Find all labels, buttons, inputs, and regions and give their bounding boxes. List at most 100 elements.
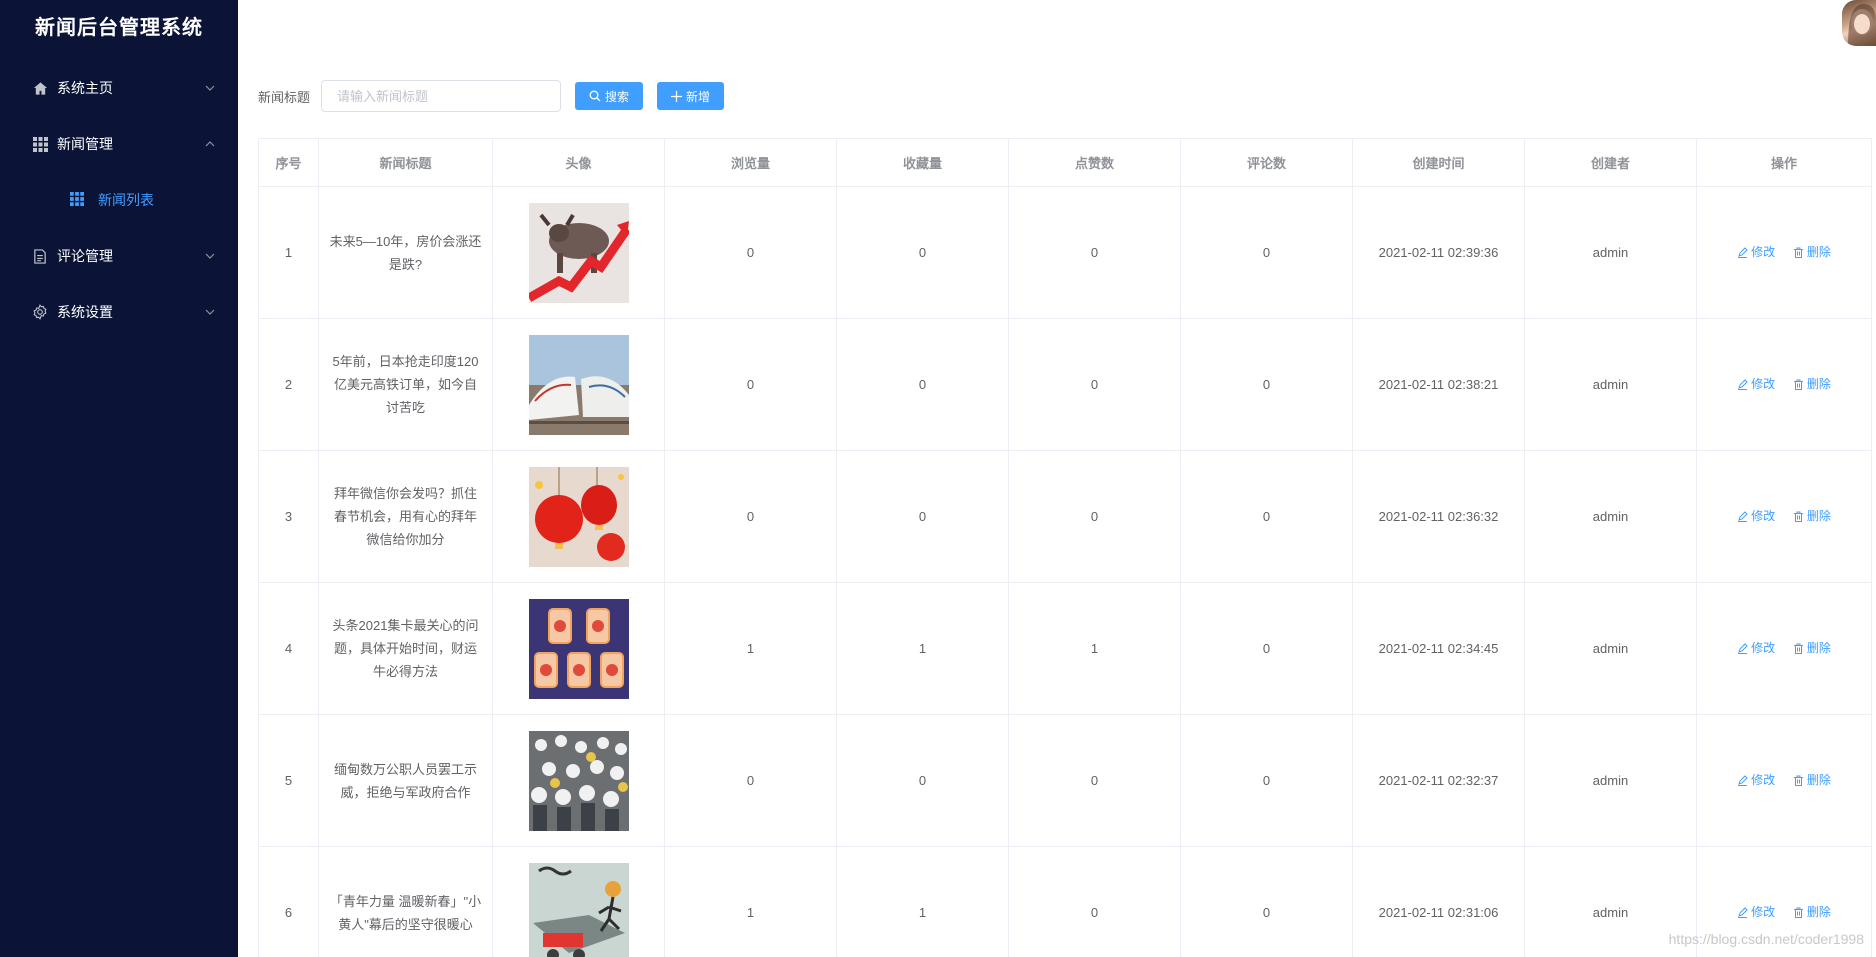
- edit-button[interactable]: 修改: [1737, 637, 1775, 660]
- news-thumbnail: [528, 202, 629, 303]
- delete-label: 删除: [1806, 640, 1831, 655]
- cell-thumb: [492, 846, 665, 957]
- search-label: 新闻标题: [258, 89, 311, 105]
- news-thumbnail: [528, 862, 629, 957]
- cell-actions: 修改 删除: [1696, 450, 1872, 583]
- cell-thumb: [492, 318, 665, 451]
- search-bar: 新闻标题 搜索 新增: [258, 80, 725, 112]
- column-header-comments: 评论数: [1180, 138, 1353, 187]
- cell-title: 「青年力量 温暖新春」"小黄人"幕后的坚守很暖心: [318, 846, 493, 957]
- edit-button[interactable]: 修改: [1737, 505, 1775, 528]
- edit-button[interactable]: 修改: [1737, 769, 1775, 792]
- cell-thumb: [492, 186, 665, 319]
- cell-index: 1: [258, 186, 319, 319]
- edit-icon: [1738, 246, 1748, 258]
- cell-comments: 0: [1180, 846, 1353, 957]
- chevron-down-icon: [205, 253, 215, 259]
- cell-views: 0: [664, 450, 837, 583]
- edit-button[interactable]: 修改: [1737, 901, 1775, 924]
- add-button[interactable]: 新增: [657, 82, 725, 110]
- sidebar-item-news-list[interactable]: 新闻列表: [0, 172, 238, 228]
- delete-button[interactable]: 删除: [1793, 241, 1831, 264]
- cell-title: 未来5—10年，房价会涨还是跌?: [318, 186, 493, 319]
- delete-label: 删除: [1806, 904, 1831, 919]
- home-icon: [32, 80, 48, 96]
- avatar[interactable]: [1842, 0, 1876, 46]
- trash-icon: [1793, 379, 1803, 390]
- trash-icon: [1793, 511, 1803, 522]
- edit-button[interactable]: 修改: [1737, 241, 1775, 264]
- sidebar-item-settings[interactable]: 系统设置: [0, 284, 238, 340]
- trash-icon: [1793, 247, 1803, 258]
- cell-comments: 0: [1180, 582, 1353, 715]
- sidebar-item-comments[interactable]: 评论管理: [0, 228, 238, 284]
- cell-creator: admin: [1524, 318, 1697, 451]
- chevron-down-icon: [205, 85, 215, 91]
- sidebar: 新闻后台管理系统 系统主页 新闻管理 新闻列表 评论管理 系统设置: [0, 0, 238, 957]
- table-header-row: 序号 新闻标题 头像 浏览量 收藏量 点赞数 评论数 创建时间 创建者 操作: [258, 138, 1872, 187]
- cell-created: 2021-02-11 02:36:32: [1352, 450, 1525, 583]
- sidebar-item-news[interactable]: 新闻管理: [0, 116, 238, 172]
- sidebar-item-home[interactable]: 系统主页: [0, 60, 238, 116]
- cell-likes: 0: [1008, 714, 1181, 847]
- table-row: 2 5年前，日本抢走印度120亿美元高铁订单，如今自讨苦吃 0 0 0 0 20…: [258, 318, 1872, 451]
- table-row: 3 拜年微信你会发吗？抓住春节机会，用有心的拜年微信给你加分 0 0 0 0 2…: [258, 450, 1872, 583]
- delete-button[interactable]: 删除: [1793, 769, 1831, 792]
- sidebar-item-label: 系统主页: [57, 80, 113, 96]
- cell-favorites: 1: [836, 582, 1009, 715]
- delete-label: 删除: [1806, 244, 1831, 259]
- news-thumbnail: [528, 598, 629, 699]
- news-thumbnail: [528, 730, 629, 831]
- column-header-thumb: 头像: [492, 138, 665, 187]
- column-header-index: 序号: [258, 138, 319, 187]
- edit-icon: [1738, 906, 1748, 918]
- cell-title: 缅甸数万公职人员罢工示威，拒绝与军政府合作: [318, 714, 493, 847]
- cell-index: 3: [258, 450, 319, 583]
- delete-button[interactable]: 删除: [1793, 901, 1831, 924]
- table-row: 1 未来5—10年，房价会涨还是跌? 0 0 0 0 2021-02-11 02…: [258, 186, 1872, 319]
- cell-views: 0: [664, 318, 837, 451]
- cell-index: 2: [258, 318, 319, 451]
- cell-creator: admin: [1524, 450, 1697, 583]
- table-row: 4 头条2021集卡最关心的问题，具体开始时间，财运牛必得方法 1 1 1 0 …: [258, 582, 1872, 715]
- cell-likes: 0: [1008, 846, 1181, 957]
- delete-button[interactable]: 删除: [1793, 505, 1831, 528]
- cell-favorites: 0: [836, 450, 1009, 583]
- cell-favorites: 0: [836, 186, 1009, 319]
- sidebar-item-label: 新闻列表: [98, 192, 154, 208]
- edit-button[interactable]: 修改: [1737, 373, 1775, 396]
- cell-created: 2021-02-11 02:34:45: [1352, 582, 1525, 715]
- cell-created: 2021-02-11 02:39:36: [1352, 186, 1525, 319]
- table-row: 6 「青年力量 温暖新春」"小黄人"幕后的坚守很暖心 1 1 0 0 2021-…: [258, 846, 1872, 957]
- chevron-down-icon: [205, 309, 215, 315]
- cell-index: 6: [258, 846, 319, 957]
- search-input[interactable]: [321, 80, 562, 112]
- column-header-views: 浏览量: [664, 138, 837, 187]
- delete-button[interactable]: 删除: [1793, 373, 1831, 396]
- gear-icon: [32, 304, 48, 320]
- cell-title: 5年前，日本抢走印度120亿美元高铁订单，如今自讨苦吃: [318, 318, 493, 451]
- grid-icon: [70, 192, 86, 208]
- column-header-favorites: 收藏量: [836, 138, 1009, 187]
- cell-actions: 修改 删除: [1696, 186, 1872, 319]
- cell-comments: 0: [1180, 714, 1353, 847]
- edit-label: 修改: [1751, 772, 1776, 787]
- edit-label: 修改: [1751, 508, 1776, 523]
- cell-thumb: [492, 714, 665, 847]
- delete-button[interactable]: 删除: [1793, 637, 1831, 660]
- trash-icon: [1793, 907, 1803, 918]
- cell-thumb: [492, 450, 665, 583]
- delete-label: 删除: [1806, 772, 1831, 787]
- sidebar-item-label: 新闻管理: [57, 136, 113, 152]
- table-row: 5 缅甸数万公职人员罢工示威，拒绝与军政府合作 0 0 0 0 2021-02-…: [258, 714, 1872, 847]
- search-button[interactable]: 搜索: [575, 82, 644, 110]
- delete-label: 删除: [1806, 508, 1831, 523]
- cell-creator: admin: [1524, 582, 1697, 715]
- cell-actions: 修改 删除: [1696, 582, 1872, 715]
- edit-label: 修改: [1751, 904, 1776, 919]
- cell-creator: admin: [1524, 714, 1697, 847]
- cell-views: 0: [664, 714, 837, 847]
- cell-favorites: 0: [836, 318, 1009, 451]
- edit-label: 修改: [1751, 376, 1776, 391]
- cell-comments: 0: [1180, 186, 1353, 319]
